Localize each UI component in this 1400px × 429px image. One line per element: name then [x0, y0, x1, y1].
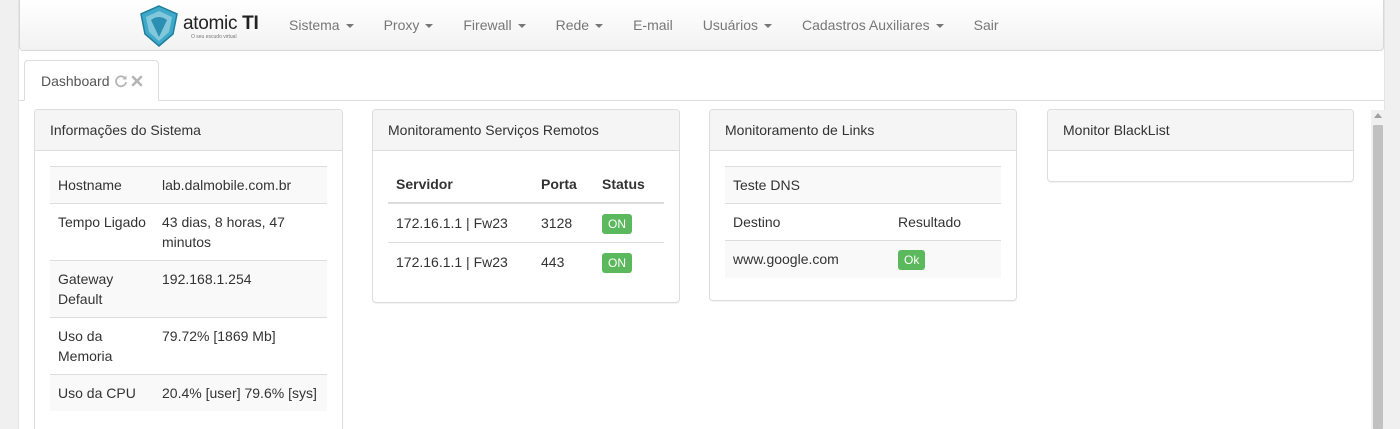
menu-proxy[interactable]: Proxy: [369, 0, 449, 51]
table-row: Uso da Memoria 79.72% [1869 Mb]: [50, 317, 327, 375]
brand-logo[interactable]: atomic TI O seu escudo virtual: [137, 4, 267, 48]
panel-title: Monitoramento de Links: [710, 110, 1016, 151]
tab-bar: Dashboard: [19, 60, 1384, 101]
brand-name: atomic TI: [183, 13, 259, 34]
caret-down-icon: [517, 24, 526, 28]
tab-dashboard[interactable]: Dashboard: [24, 60, 159, 101]
caret-down-icon: [764, 24, 772, 28]
system-info-table: Hostname lab.dalmobile.com.br Tempo Ligad…: [50, 166, 327, 411]
remote-services-panel: Monitoramento Serviços Remotos Servidor …: [372, 109, 680, 303]
menu-firewall[interactable]: Firewall: [448, 0, 540, 51]
scroll-up-icon[interactable]: [1374, 113, 1382, 118]
row-label: Gateway Default: [50, 260, 154, 318]
table-row: Gateway Default 192.168.1.254: [50, 260, 327, 318]
caret-down-icon: [345, 24, 354, 28]
panel-title: Monitoramento Serviços Remotos: [373, 110, 679, 151]
menu-rede[interactable]: Rede: [541, 0, 618, 51]
column-header: Porta: [533, 166, 594, 204]
table-row: Teste DNS: [725, 166, 1001, 204]
scroll-thumb[interactable]: [1373, 125, 1383, 429]
row-label: Tempo Ligado: [50, 203, 154, 261]
table-row: Tempo Ligado 43 dias, 8 horas, 47 minutos: [50, 203, 327, 261]
menu-email[interactable]: E-mail: [618, 0, 688, 51]
links-table: Teste DNS Destino Resultado www.google.c…: [725, 166, 1001, 278]
port-cell: 3128: [541, 215, 573, 231]
menu-usuarios[interactable]: Usuários: [688, 0, 787, 51]
result-badge: Ok: [898, 250, 926, 270]
destination-cell: www.google.com: [725, 240, 890, 278]
row-value: 43 dias, 8 horas, 47 minutos: [154, 203, 327, 261]
port-cell: 443: [533, 242, 594, 281]
row-value: 192.168.1.254: [154, 260, 327, 318]
remote-services-table: Servidor Porta Status 172.16.1.1 | Fw23 …: [388, 166, 664, 281]
row-value: lab.dalmobile.com.br: [154, 166, 327, 204]
table-row: www.google.com Ok: [725, 240, 1001, 278]
column-header: Resultado: [890, 203, 1001, 241]
top-navbar: atomic TI O seu escudo virtual Sistema P…: [19, 0, 1384, 51]
caret-down-icon: [425, 24, 434, 28]
row-value: 79.72% [1869 Mb]: [154, 317, 327, 375]
system-info-panel: Informações do Sistema Hostname lab.dalmo…: [34, 109, 343, 429]
refresh-icon[interactable]: [114, 74, 128, 88]
shield-logo-icon: [140, 5, 178, 47]
row-label: Uso da CPU: [50, 374, 154, 411]
menu-cadastros-auxiliares[interactable]: Cadastros Auxiliares: [787, 0, 959, 51]
menu-sair[interactable]: Sair: [959, 0, 1014, 51]
row-label: Uso da Memoria: [50, 317, 154, 375]
table-row: Destino Resultado: [725, 203, 1001, 241]
table-row: 172.16.1.1 | Fw23 443 ON: [388, 242, 664, 281]
panel-title: Monitor BlackList: [1048, 110, 1353, 151]
app-frame: atomic TI O seu escudo virtual Sistema P…: [18, 0, 1385, 429]
caret-down-icon: [595, 24, 604, 28]
row-label: Hostname: [50, 166, 154, 204]
test-title: Teste DNS: [725, 166, 1001, 204]
table-row: 172.16.1.1 | Fw23 3128 ON: [388, 203, 664, 243]
brand-tagline: O seu escudo virtual: [191, 34, 237, 40]
server-cell: 172.16.1.1 | Fw23: [396, 215, 508, 231]
links-monitor-panel: Monitoramento de Links Teste DNS Destino…: [709, 109, 1017, 301]
vertical-scrollbar[interactable]: [1371, 110, 1385, 429]
blacklist-panel: Monitor BlackList: [1047, 109, 1354, 182]
panel-title: Informações do Sistema: [35, 110, 342, 151]
close-icon[interactable]: [130, 74, 144, 88]
column-header: Destino: [725, 203, 890, 241]
main-menu: Sistema Proxy Firewall Rede E-mail Usuár…: [274, 0, 1014, 51]
tab-label: Dashboard: [41, 73, 110, 89]
status-badge: ON: [602, 214, 632, 234]
caret-down-icon: [935, 24, 944, 28]
table-row: Hostname lab.dalmobile.com.br: [50, 166, 327, 204]
menu-sistema[interactable]: Sistema: [274, 0, 369, 51]
row-value: 20.4% [user] 79.6% [sys]: [154, 374, 327, 411]
table-row: Uso da CPU 20.4% [user] 79.6% [sys]: [50, 374, 327, 411]
column-header: Status: [594, 166, 664, 204]
column-header: Servidor: [388, 166, 533, 204]
server-cell: 172.16.1.1 | Fw23: [388, 242, 533, 281]
status-badge: ON: [602, 253, 632, 273]
